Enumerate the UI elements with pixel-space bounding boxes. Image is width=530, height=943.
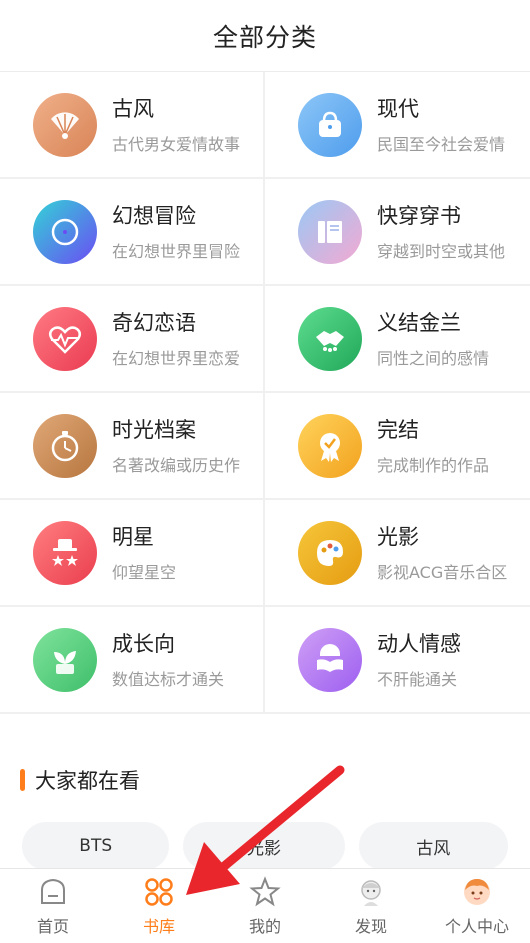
tab-library[interactable]: 书库	[106, 869, 212, 943]
tab-profile[interactable]: 个人中心	[424, 869, 530, 943]
fan-icon	[33, 92, 97, 157]
tab-label: 书库	[142, 917, 175, 936]
category-shiguang[interactable]: 时光档案 名著改编或历史作	[0, 393, 265, 500]
page-title: 全部分类	[212, 22, 317, 52]
handshake-icon	[298, 306, 362, 371]
open-book-icon	[298, 627, 362, 692]
category-desc: 完成制作的作品	[377, 455, 490, 475]
category-qihuan[interactable]: 奇幻恋语 在幻想世界里恋爱	[0, 286, 265, 393]
category-desc: 名著改编或历史作	[112, 455, 241, 475]
category-wanjie[interactable]: 完结 完成制作的作品	[265, 393, 530, 500]
category-desc: 影视ACG音乐合区	[377, 562, 508, 582]
category-desc: 古代男女爱情故事	[112, 134, 241, 154]
heart-pulse-icon	[33, 306, 97, 371]
tag-chip[interactable]: 古风	[358, 822, 508, 870]
anime-avatar-icon	[354, 875, 388, 909]
category-grid: 古风 古代男女爱情故事 现代 民国至今社会爱情 幻想冒险 在幻想世界里冒险 快穿…	[0, 72, 530, 714]
category-dongren[interactable]: 动人情感 不肝能通关	[265, 607, 530, 714]
books-icon	[298, 199, 362, 264]
category-name: 义结金兰	[377, 310, 461, 335]
category-desc: 民国至今社会爱情	[377, 134, 506, 154]
user-avatar-icon	[460, 875, 494, 909]
star-hat-icon	[33, 520, 97, 585]
tab-home[interactable]: 首页	[0, 869, 106, 943]
tab-label: 首页	[36, 917, 69, 936]
category-desc: 仰望星空	[112, 562, 177, 582]
tag-chip[interactable]: 光影	[183, 822, 345, 870]
category-desc: 同性之间的感情	[377, 348, 490, 368]
category-name: 成长向	[112, 631, 175, 656]
page-header: 全部分类	[0, 0, 530, 72]
category-name: 明星	[112, 524, 154, 549]
tag-chip[interactable]: BTS	[22, 822, 170, 870]
category-chengzhang[interactable]: 成长向 数值达标才通关	[0, 607, 265, 714]
category-name: 时光档案	[112, 417, 196, 442]
tab-label: 发现	[354, 917, 387, 936]
category-desc: 在幻想世界里恋爱	[112, 348, 241, 368]
section-header: 大家都在看	[0, 754, 530, 806]
category-name: 动人情感	[377, 631, 461, 656]
category-name: 现代	[377, 96, 419, 121]
category-name: 幻想冒险	[112, 203, 196, 228]
category-desc: 穿越到时空或其他	[377, 241, 506, 261]
stopwatch-icon	[33, 413, 97, 478]
compass-icon	[33, 199, 97, 264]
category-kuaichuan[interactable]: 快穿穿书 穿越到时空或其他	[265, 179, 530, 286]
sprout-icon	[33, 627, 97, 692]
grid-icon	[142, 875, 176, 909]
category-desc: 不肝能通关	[377, 669, 458, 689]
tab-label: 个人中心	[444, 917, 509, 936]
category-desc: 在幻想世界里冒险	[112, 241, 241, 261]
handbag-icon	[298, 92, 362, 157]
category-huanxiang[interactable]: 幻想冒险 在幻想世界里冒险	[0, 179, 265, 286]
medal-icon	[298, 413, 362, 478]
category-name: 完结	[377, 417, 419, 442]
home-icon	[36, 875, 70, 909]
category-yijie[interactable]: 义结金兰 同性之间的感情	[265, 286, 530, 393]
popular-tags: BTS 光影 古风	[0, 822, 530, 870]
category-desc: 数值达标才通关	[112, 669, 225, 689]
category-name: 奇幻恋语	[112, 310, 196, 335]
section-title: 大家都在看	[35, 769, 140, 793]
section-accent-bar	[20, 769, 25, 791]
category-mingxing[interactable]: 明星 仰望星空	[0, 500, 265, 607]
category-guangying[interactable]: 光影 影视ACG音乐合区	[265, 500, 530, 607]
tab-discover[interactable]: 发现	[318, 869, 424, 943]
palette-icon	[298, 520, 362, 585]
tab-mine[interactable]: 我的	[212, 869, 318, 943]
star-icon	[248, 875, 282, 909]
category-name: 古风	[112, 96, 154, 121]
category-name: 光影	[377, 524, 419, 549]
category-xiandai[interactable]: 现代 民国至今社会爱情	[265, 72, 530, 179]
bottom-tab-bar: 首页 书库 我的 发现 个人中心	[0, 868, 530, 943]
tab-label: 我的	[248, 917, 281, 936]
category-gufeng[interactable]: 古风 古代男女爱情故事	[0, 72, 265, 179]
category-name: 快穿穿书	[377, 203, 461, 228]
